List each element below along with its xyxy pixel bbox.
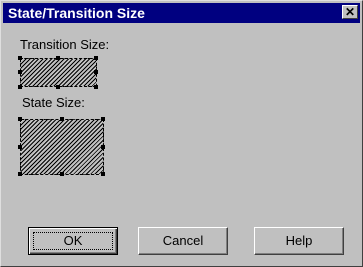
resize-handle[interactable] <box>60 172 64 176</box>
resize-handle[interactable] <box>60 117 64 121</box>
dialog-title: State/Transition Size <box>8 5 145 21</box>
resize-handle[interactable] <box>94 85 98 89</box>
ok-button-label: OK <box>32 232 114 250</box>
resize-handle[interactable] <box>18 70 22 74</box>
resize-handle[interactable] <box>101 172 105 176</box>
resize-handle[interactable] <box>101 145 105 149</box>
resize-handle[interactable] <box>18 56 22 60</box>
ok-button[interactable]: OK <box>28 227 118 255</box>
resize-handle[interactable] <box>56 85 60 89</box>
close-button[interactable]: ✕ <box>342 5 358 19</box>
resize-handle[interactable] <box>18 117 22 121</box>
help-button-label: Help <box>285 233 313 248</box>
dialog-window: State/Transition Size ✕ Transition Size:… <box>0 0 363 267</box>
state-size-hatch <box>20 119 104 175</box>
state-size-label: State Size: <box>22 95 85 110</box>
resize-handle[interactable] <box>94 56 98 60</box>
resize-handle[interactable] <box>18 172 22 176</box>
resize-handle[interactable] <box>18 145 22 149</box>
resize-handle[interactable] <box>94 70 98 74</box>
transition-size-hatch <box>20 58 97 87</box>
resize-handle[interactable] <box>101 117 105 121</box>
help-button[interactable]: Help <box>254 227 344 255</box>
resize-handle[interactable] <box>18 85 22 89</box>
transition-size-label: Transition Size: <box>20 37 110 52</box>
title-bar[interactable]: State/Transition Size ✕ <box>3 3 360 23</box>
cancel-button-label: Cancel <box>162 233 204 248</box>
close-icon: ✕ <box>344 5 356 19</box>
resize-handle[interactable] <box>56 56 60 60</box>
cancel-button[interactable]: Cancel <box>138 227 228 255</box>
